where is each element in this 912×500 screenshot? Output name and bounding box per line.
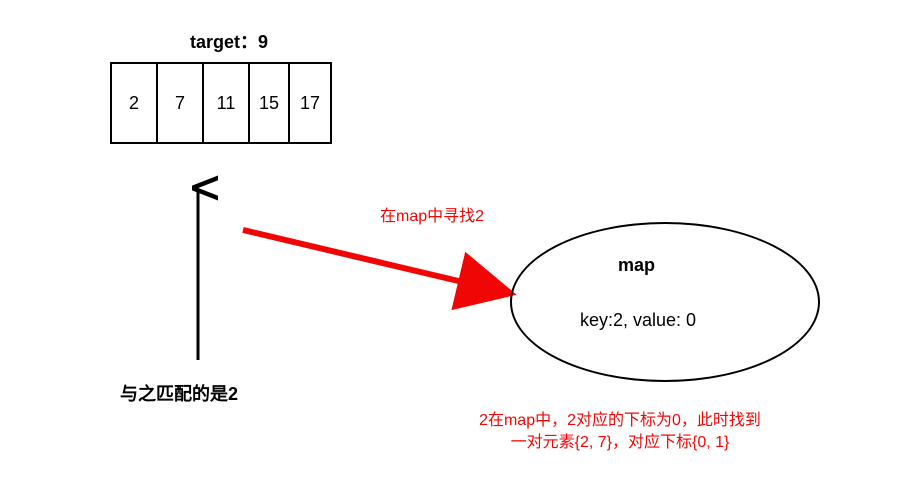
array-cell: 11 <box>204 64 250 142</box>
array-cell: 15 <box>250 64 290 142</box>
array-cell: 17 <box>290 64 330 142</box>
match-label: 与之匹配的是2 <box>120 380 238 406</box>
map-title: map <box>618 255 655 276</box>
lookup-arrow <box>235 220 525 310</box>
map-key-value: key:2, value: 0 <box>580 310 696 331</box>
target-label: target：9 <box>190 28 268 54</box>
explain-line: 一对元素{2, 7}，对应下标{0, 1} <box>430 432 810 454</box>
array-container: 2 7 11 15 17 <box>110 62 332 144</box>
pointer-up-arrow <box>178 170 218 370</box>
map-ellipse <box>510 222 820 382</box>
array-cell: 2 <box>112 64 158 142</box>
explanation-text: 2在map中，2对应的下标为0，此时找到 一对元素{2, 7}，对应下标{0, … <box>430 410 810 455</box>
explain-line: 2在map中，2对应的下标为0，此时找到 <box>430 410 810 432</box>
array-cell: 7 <box>158 64 204 142</box>
